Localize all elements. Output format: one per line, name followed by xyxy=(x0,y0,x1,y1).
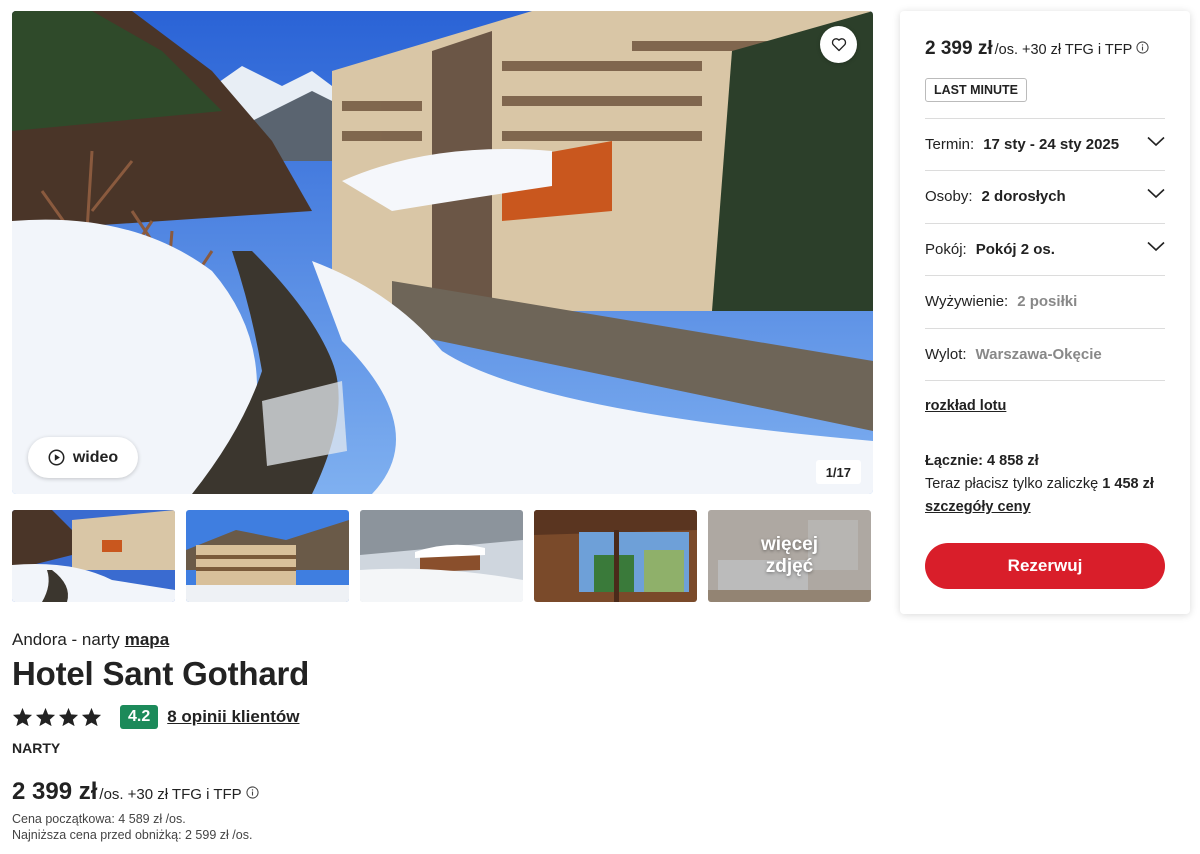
deposit-amount: 1 458 zł xyxy=(1102,476,1154,492)
departure-value: Warszawa-Okęcie xyxy=(975,346,1102,363)
more-photos-label: więcej zdjęć xyxy=(708,510,871,602)
chevron-down-icon xyxy=(1147,241,1165,252)
price-summary: 2 399 zł /os. +30 zł TFG i TFP xyxy=(12,778,259,806)
map-link[interactable]: mapa xyxy=(125,630,169,649)
chevron-down-icon xyxy=(1147,188,1165,199)
play-circle-icon xyxy=(48,449,65,466)
star-icon xyxy=(35,707,56,727)
book-button[interactable]: Rezerwuj xyxy=(925,543,1165,589)
departure-label: Wylot: xyxy=(925,346,967,363)
location: Andora - narty mapa xyxy=(12,630,169,650)
date-value: 17 sty - 24 sty 2025 xyxy=(983,136,1120,153)
last-minute-badge: LAST MINUTE xyxy=(925,78,1028,102)
departure-row: Wylot: Warszawa-Okęcie xyxy=(925,328,1165,380)
persons-label: Osoby: xyxy=(925,188,973,205)
price-per-person: /os. xyxy=(99,786,124,803)
room-value: Pokój 2 os. xyxy=(975,241,1055,258)
price-fee: +30 zł TFG i TFP xyxy=(127,786,242,803)
star-rating xyxy=(12,707,102,727)
price-value: 2 399 zł xyxy=(12,778,98,805)
thumbnail-more[interactable]: więcej zdjęć xyxy=(708,510,871,602)
board-value: 2 posiłki xyxy=(1017,293,1078,310)
price-details-link[interactable]: szczegóły ceny xyxy=(925,499,1031,515)
thumbnail-image xyxy=(186,510,349,602)
divider xyxy=(925,380,1165,381)
video-label: wideo xyxy=(72,448,119,466)
booking-panel: 2 399 zł /os. +30 zł TFG i TFP LAST MINU… xyxy=(900,11,1190,614)
board-row: Wyżywienie: 2 posiłki xyxy=(925,275,1165,327)
hotel-title: Hotel Sant Gothard xyxy=(12,655,310,692)
heart-icon xyxy=(831,38,846,52)
lowest-price-note: Najniższa cena przed obniżką: 2 599 zł /… xyxy=(12,828,253,842)
photo-counter: 1/17 xyxy=(815,460,861,484)
category-label: NARTY xyxy=(12,740,61,756)
location-text: Andora - narty xyxy=(12,630,120,649)
date-label: Termin: xyxy=(925,136,975,153)
rating-row: 4.2 8 opinii klientów xyxy=(12,705,299,729)
reviews-link[interactable]: 8 opinii klientów xyxy=(167,707,299,727)
thumbnail-4[interactable] xyxy=(534,510,697,602)
score-badge: 4.2 xyxy=(120,705,159,729)
panel-price-per-person: /os. xyxy=(994,42,1018,58)
star-icon xyxy=(58,707,79,727)
thumbnail-image xyxy=(534,510,697,602)
panel-price-fee: +30 zł TFG i TFP xyxy=(1021,42,1133,58)
persons-value: 2 dorosłych xyxy=(981,188,1066,205)
room-label: Pokój: xyxy=(925,241,967,258)
hotel-photo-image xyxy=(12,11,873,494)
star-icon xyxy=(81,707,102,727)
info-icon[interactable] xyxy=(246,786,259,799)
board-label: Wyżywienie: xyxy=(925,293,1009,310)
flight-schedule-link[interactable]: rozkład lotu xyxy=(925,398,1006,414)
deposit-text: Teraz płacisz tylko zaliczkę xyxy=(925,476,1099,492)
star-icon xyxy=(12,707,33,727)
thumbnail-2[interactable] xyxy=(186,510,349,602)
thumbnail-1[interactable] xyxy=(12,510,175,602)
favorite-button[interactable] xyxy=(820,26,857,63)
main-photo[interactable]: wideo 1/17 xyxy=(12,11,873,494)
thumbnail-image xyxy=(360,510,523,602)
panel-price-value: 2 399 zł xyxy=(925,38,993,59)
total-price: Łącznie: 4 858 zł xyxy=(925,453,1039,469)
original-price-note: Cena początkowa: 4 589 zł /os. xyxy=(12,812,186,826)
thumbnail-3[interactable] xyxy=(360,510,523,602)
thumbnail-strip: więcej zdjęć xyxy=(12,510,873,602)
persons-selector[interactable]: Osoby: 2 dorosłych xyxy=(925,170,1165,222)
info-icon[interactable] xyxy=(1136,41,1149,54)
room-selector[interactable]: Pokój: Pokój 2 os. xyxy=(925,223,1165,275)
deposit-info: Teraz płacisz tylko zaliczkę 1 458 zł xyxy=(925,476,1154,492)
video-button[interactable]: wideo xyxy=(28,437,138,478)
date-selector[interactable]: Termin: 17 sty - 24 sty 2025 xyxy=(925,118,1165,170)
panel-price: 2 399 zł /os. +30 zł TFG i TFP xyxy=(925,38,1149,60)
thumbnail-image xyxy=(12,510,175,602)
chevron-down-icon xyxy=(1147,136,1165,147)
